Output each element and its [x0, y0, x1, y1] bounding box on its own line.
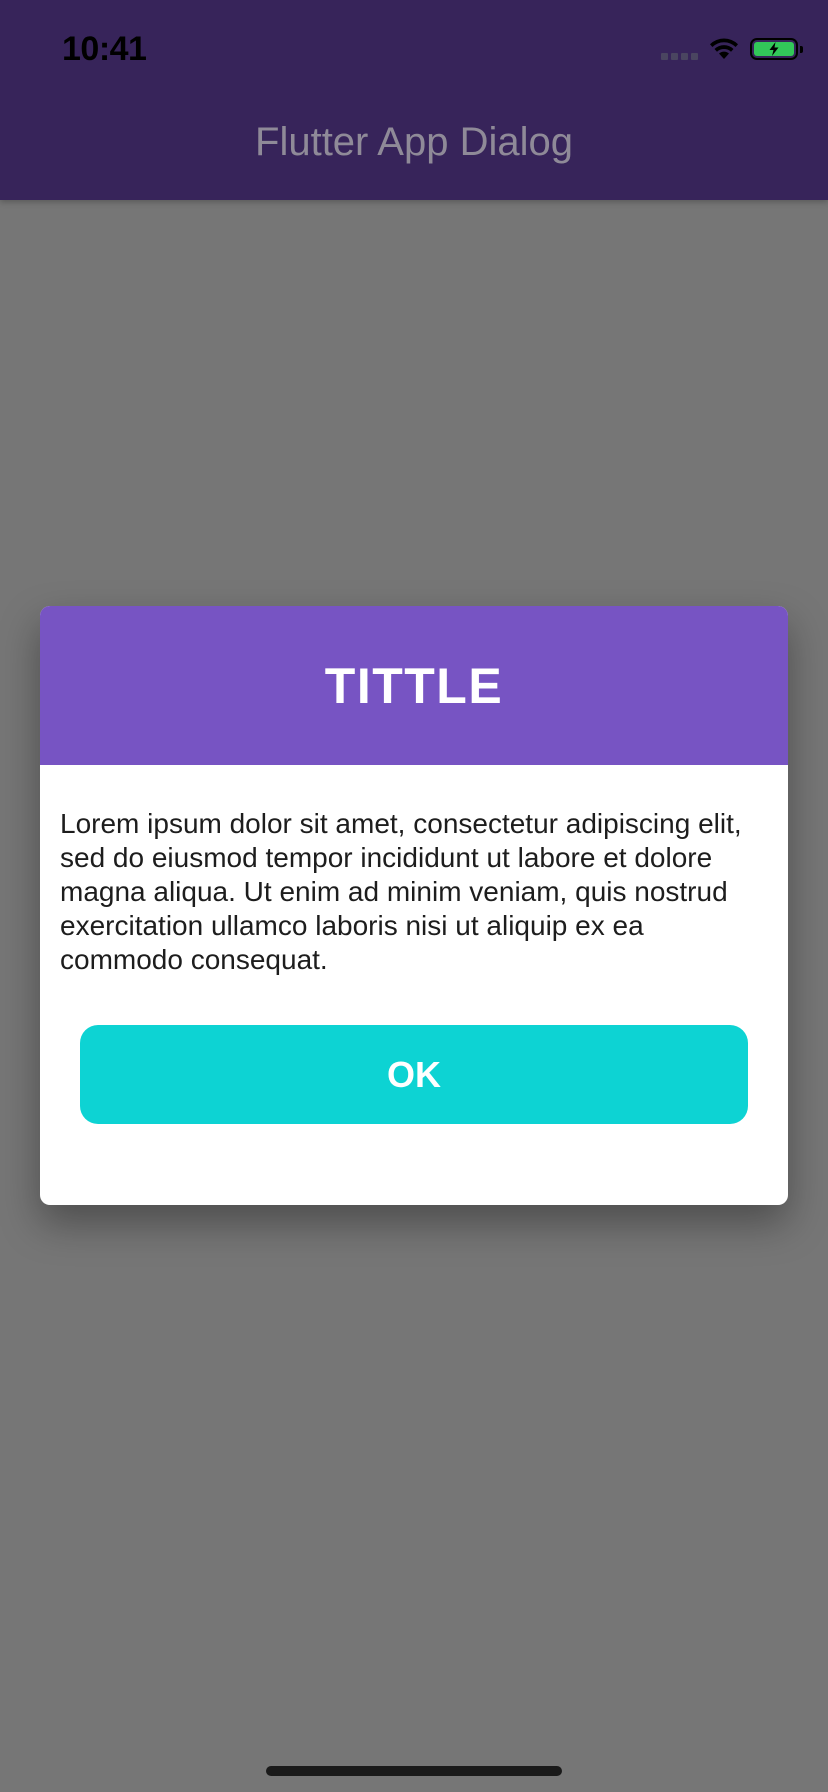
dialog-header: TITTLE: [40, 606, 788, 765]
app-bar: 10:41 Flutter App Dialog: [0, 0, 828, 200]
dialog-title: TITTLE: [324, 657, 504, 714]
status-icons: [661, 34, 803, 64]
battery-charging-icon: [750, 38, 803, 60]
ok-button[interactable]: OK: [80, 1025, 748, 1124]
ok-button-label: OK: [387, 1053, 441, 1095]
wifi-icon: [710, 38, 738, 59]
status-time: 10:41: [62, 30, 147, 68]
app-bar-title: Flutter App Dialog: [255, 120, 573, 164]
cellular-signal-icon: [661, 38, 698, 60]
alert-dialog: TITTLE Lorem ipsum dolor sit amet, conse…: [40, 606, 788, 1205]
dialog-message: Lorem ipsum dolor sit amet, consectetur …: [60, 808, 742, 975]
home-indicator[interactable]: [266, 1766, 562, 1776]
